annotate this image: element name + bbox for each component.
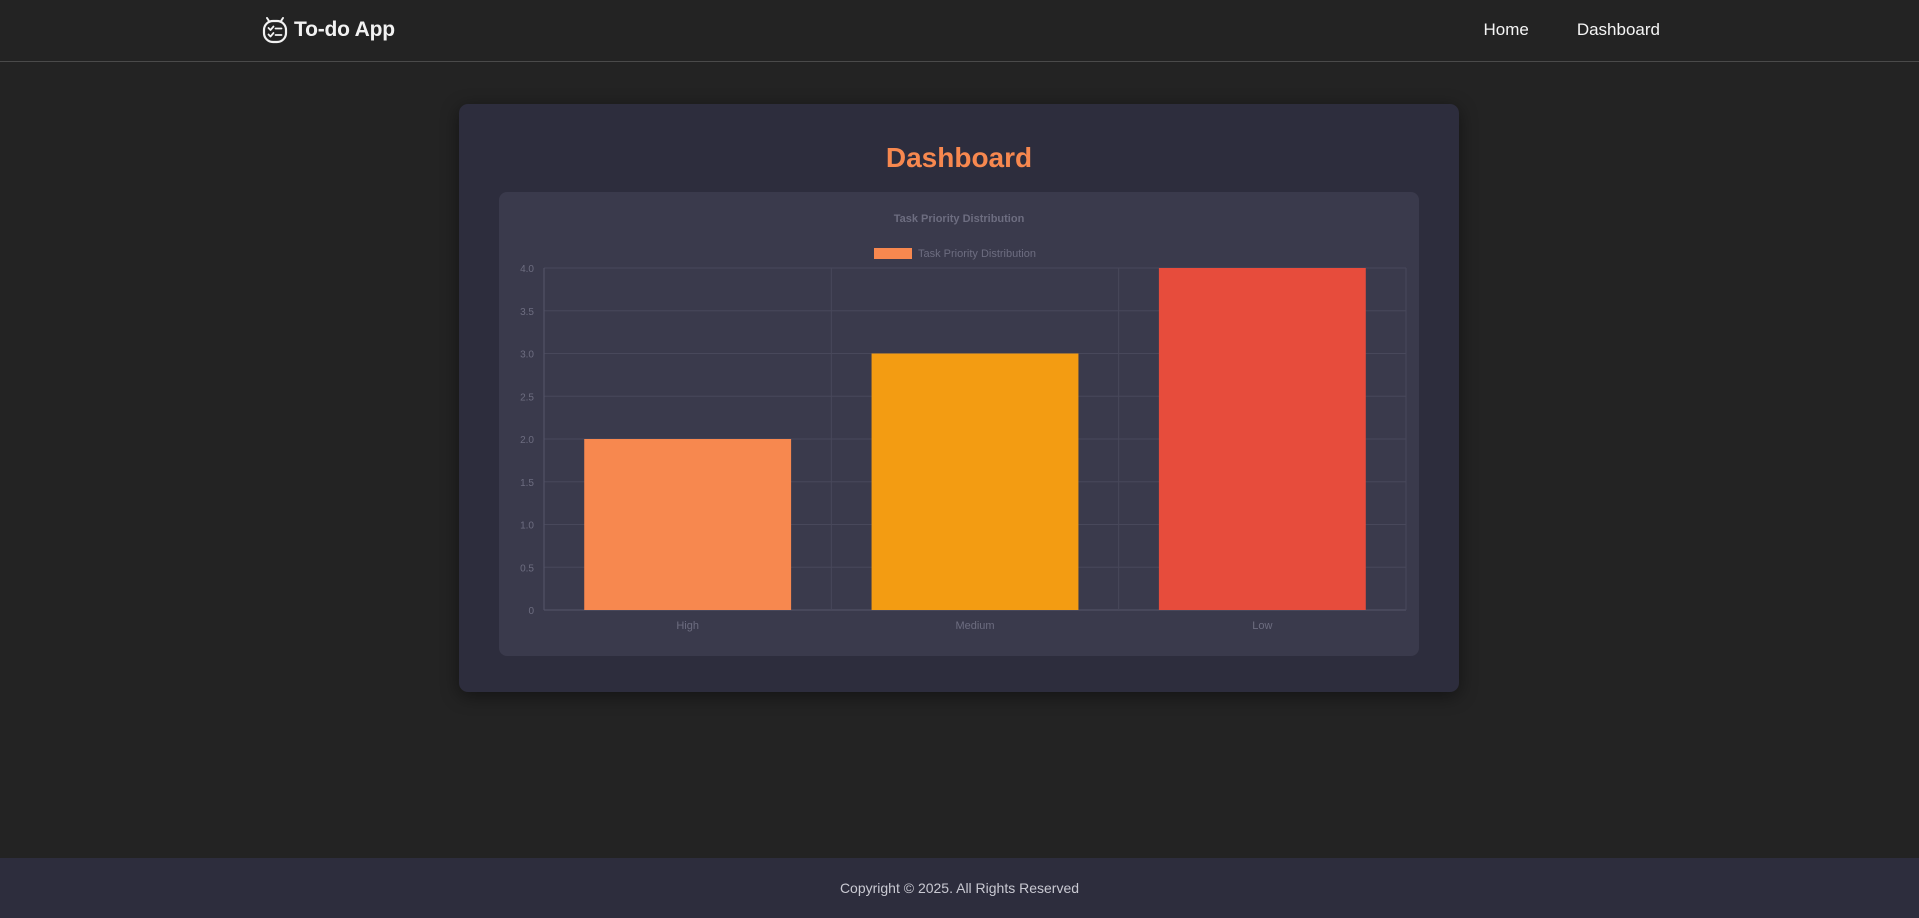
brand-name: To-do App xyxy=(294,18,395,41)
y-tick-label: 1.5 xyxy=(520,478,534,489)
x-tick-label: High xyxy=(676,620,699,632)
todo-list-icon xyxy=(262,17,288,44)
page-title: Dashboard xyxy=(885,142,1033,173)
brand-link[interactable]: To-do App xyxy=(262,16,395,44)
bar-low xyxy=(1158,268,1366,610)
chart-title: Task Priority Distribution xyxy=(894,213,1025,225)
dashboard-card: Dashboard Task Priority Distribution Task… xyxy=(459,104,1459,692)
y-tick-label: 3.0 xyxy=(520,350,534,361)
legend-swatch xyxy=(874,248,912,259)
footer-copyright: Copyright © 2025. All Rights Reserved xyxy=(839,880,1080,896)
nav-menu: Home Dashboard xyxy=(1483,20,1660,40)
y-tick-label: 4.0 xyxy=(520,264,534,275)
y-tick-label: 1.0 xyxy=(520,521,534,532)
legend-label: Task Priority Distribution xyxy=(918,248,1036,260)
y-tick-label: 2.0 xyxy=(520,435,534,446)
bar-medium xyxy=(871,353,1079,610)
y-tick-label: 3.5 xyxy=(520,307,534,318)
chart-panel: Task Priority Distribution Task Priority … xyxy=(499,192,1419,656)
bar-high xyxy=(584,439,792,610)
nav-link-dashboard[interactable]: Dashboard xyxy=(1577,20,1660,40)
x-tick-label: Medium xyxy=(955,620,994,632)
footer: Copyright © 2025. All Rights Reserved xyxy=(0,858,1919,918)
y-tick-label: 0.5 xyxy=(520,563,534,574)
x-tick-label: Low xyxy=(1252,620,1272,632)
nav-link-home[interactable]: Home xyxy=(1483,20,1528,40)
y-tick-label: 2.5 xyxy=(520,392,534,403)
y-tick-label: 0 xyxy=(528,606,534,617)
navbar: To-do App Home Dashboard xyxy=(0,0,1919,62)
task-priority-chart: Task Priority Distribution Task Priority … xyxy=(520,213,1407,632)
